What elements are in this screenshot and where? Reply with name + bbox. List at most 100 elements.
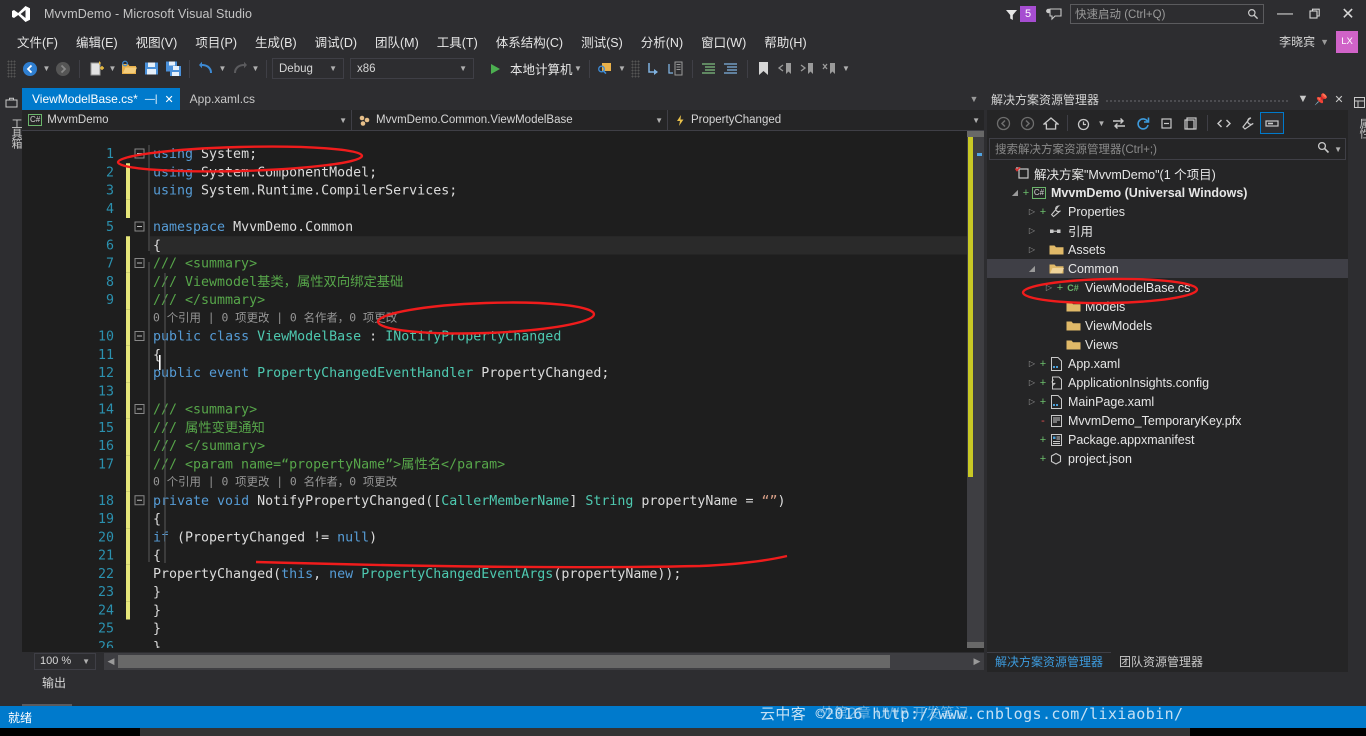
redo-icon[interactable] [228, 58, 250, 80]
tree-item[interactable]: ▷ + ApplicationInsights.config [987, 373, 1348, 392]
decrease-indent-icon[interactable] [720, 58, 742, 80]
redo-dropdown[interactable]: ▼ [250, 64, 261, 73]
pin-icon[interactable]: —| [145, 94, 158, 105]
navigate-back-icon[interactable] [19, 58, 41, 80]
minimize-button[interactable]: — [1270, 0, 1300, 28]
chevron-down-icon[interactable]: ▼ [1320, 37, 1329, 47]
tree-item[interactable]: ◢ Common [987, 259, 1348, 278]
save-all-icon[interactable] [162, 58, 184, 80]
increase-indent-icon[interactable] [698, 58, 720, 80]
tree-item[interactable]: Views [987, 335, 1348, 354]
pin-icon[interactable]: 📌 [1312, 88, 1330, 110]
navbar-project-combo[interactable]: C# MvvmDemo ▼ [22, 109, 352, 131]
tree-item[interactable]: ▷ + MainPage.xaml [987, 392, 1348, 411]
menu-tools[interactable]: 工具(T) [428, 29, 487, 54]
solution-explorer-tree[interactable]: 解决方案"MvvmDemo"(1 个项目) ◢ + C# MvvmDemo (Unive… [987, 164, 1348, 468]
twisty-collapsed-icon[interactable]: ▷ [1042, 283, 1056, 292]
toolbar-grip[interactable] [7, 59, 16, 78]
undo-icon[interactable] [195, 58, 217, 80]
step-over-icon[interactable] [643, 58, 665, 80]
find-dropdown[interactable]: ▼ [617, 64, 628, 73]
twisty-collapsed-icon[interactable]: ▷ [1025, 245, 1039, 254]
menu-help[interactable]: 帮助(H) [755, 29, 815, 54]
menu-team[interactable]: 团队(M) [366, 29, 428, 54]
account-name[interactable]: 李晓宾 [1279, 33, 1315, 50]
tree-item[interactable]: ▷ 引用 [987, 221, 1348, 240]
chevron-down-icon[interactable]: ▼ [1294, 88, 1312, 110]
new-project-dropdown[interactable]: ▼ [107, 64, 118, 73]
tree-item[interactable]: 解决方案"MvvmDemo"(1 个项目) [987, 164, 1348, 183]
twisty-expanded-icon[interactable]: ◢ [1008, 188, 1022, 197]
toolbar-grip[interactable] [630, 59, 640, 78]
navbar-type-combo[interactable]: MvvmDemo.Common.ViewModelBase ▼ [352, 109, 668, 131]
menu-project[interactable]: 项目(P) [186, 29, 246, 54]
properties-wrench-icon[interactable] [1236, 112, 1260, 134]
vertical-scrollbar[interactable] [967, 131, 984, 648]
clear-bookmarks-icon[interactable] [819, 58, 841, 80]
tree-item[interactable]: ▷ Assets [987, 240, 1348, 259]
code-editor-surface[interactable]: 1 using System; 2 using System.ComponentMod… [22, 131, 984, 648]
menu-test[interactable]: 测试(S) [572, 29, 632, 54]
twisty-collapsed-icon[interactable]: ▷ [1025, 207, 1039, 216]
menu-architecture[interactable]: 体系结构(C) [487, 29, 572, 54]
menu-build[interactable]: 生成(B) [246, 29, 306, 54]
start-play-icon[interactable] [484, 58, 506, 80]
restore-button[interactable] [1300, 0, 1330, 28]
tree-item[interactable]: ◢ + C# MvvmDemo (Universal Windows) [987, 183, 1348, 202]
right-dock-item-properties[interactable]: 属性 [1348, 118, 1366, 138]
tree-item[interactable]: - MvvmDemo_TemporaryKey.pfx [987, 411, 1348, 430]
start-debug-target-label[interactable]: 本地计算机 [510, 59, 573, 78]
menu-view[interactable]: 视图(V) [127, 29, 187, 54]
horizontal-scrollbar[interactable]: ◀ ▶ [104, 652, 984, 670]
collapse-all-icon[interactable] [1155, 112, 1179, 134]
back-icon[interactable] [991, 112, 1015, 134]
sync-with-active-document-icon[interactable] [1107, 112, 1131, 134]
forward-icon[interactable] [1015, 112, 1039, 134]
start-debug-target-dropdown[interactable]: ▼ [573, 64, 584, 73]
show-all-files-icon[interactable] [1179, 112, 1203, 134]
close-icon[interactable]: ✕ [1330, 88, 1348, 110]
solution-explorer-search-input[interactable]: 搜索解决方案资源管理器(Ctrl+;) ▼ [989, 138, 1346, 160]
undo-dropdown[interactable]: ▼ [217, 64, 228, 73]
pending-changes-icon[interactable] [1072, 112, 1096, 134]
menu-window[interactable]: 窗口(W) [692, 29, 755, 54]
close-icon[interactable]: ✕ [164, 93, 173, 106]
solution-configuration-combo[interactable]: Debug ▼ [272, 58, 344, 79]
twisty-expanded-icon[interactable]: ◢ [1025, 264, 1039, 273]
tab-app-xaml-cs[interactable]: App.xaml.cs [179, 88, 262, 110]
tree-item[interactable]: Models [987, 297, 1348, 316]
navigate-back-dropdown[interactable]: ▼ [41, 64, 52, 73]
step-into-icon[interactable] [665, 58, 687, 80]
notification-flag-icon[interactable]: 5 [1004, 6, 1036, 22]
tree-item[interactable]: + Package.appxmanifest [987, 430, 1348, 449]
left-dock-item-toolbox[interactable]: 工具箱 [0, 118, 22, 148]
next-bookmark-icon[interactable] [797, 58, 819, 80]
twisty-collapsed-icon[interactable]: ▷ [1025, 359, 1039, 368]
menu-file[interactable]: 文件(F) [8, 29, 67, 54]
navigate-forward-icon[interactable] [52, 58, 74, 80]
twisty-collapsed-icon[interactable]: ▷ [1025, 226, 1039, 235]
tab-viewmodelbase-cs[interactable]: ViewModelBase.cs* —| ✕ [22, 88, 180, 110]
previous-bookmark-icon[interactable] [775, 58, 797, 80]
menu-edit[interactable]: 编辑(E) [67, 29, 127, 54]
find-in-files-icon[interactable] [595, 58, 617, 80]
twisty-collapsed-icon[interactable]: ▷ [1025, 378, 1039, 387]
search-options-dropdown[interactable]: ▼ [1334, 145, 1342, 154]
preview-selected-items-icon[interactable] [1260, 112, 1284, 134]
toolbox-icon[interactable] [0, 92, 22, 112]
bookmark-icon[interactable] [753, 58, 775, 80]
zoom-level-combo[interactable]: 100 % ▼ [34, 652, 96, 670]
open-file-icon[interactable] [118, 58, 140, 80]
tree-item[interactable]: + project.json [987, 449, 1348, 468]
home-icon[interactable] [1039, 112, 1063, 134]
toolbar-overflow-icon[interactable]: ▼ [841, 64, 852, 73]
notification-count-badge[interactable]: 5 [1020, 6, 1036, 22]
output-pane-tab[interactable]: 输出 [22, 670, 984, 691]
footer-tab-solution-explorer[interactable]: 解决方案资源管理器 [987, 652, 1112, 670]
refresh-icon[interactable] [1131, 112, 1155, 134]
quick-launch-input[interactable]: 快速启动 (Ctrl+Q) [1070, 4, 1264, 24]
feedback-icon[interactable] [1040, 2, 1066, 26]
account-area[interactable]: 李晓宾 ▼ LX [1279, 28, 1362, 55]
chevron-down-icon[interactable]: ▼ [1096, 112, 1107, 134]
code-text-area[interactable]: 1 using System; 2 using System.ComponentMod… [22, 131, 967, 648]
